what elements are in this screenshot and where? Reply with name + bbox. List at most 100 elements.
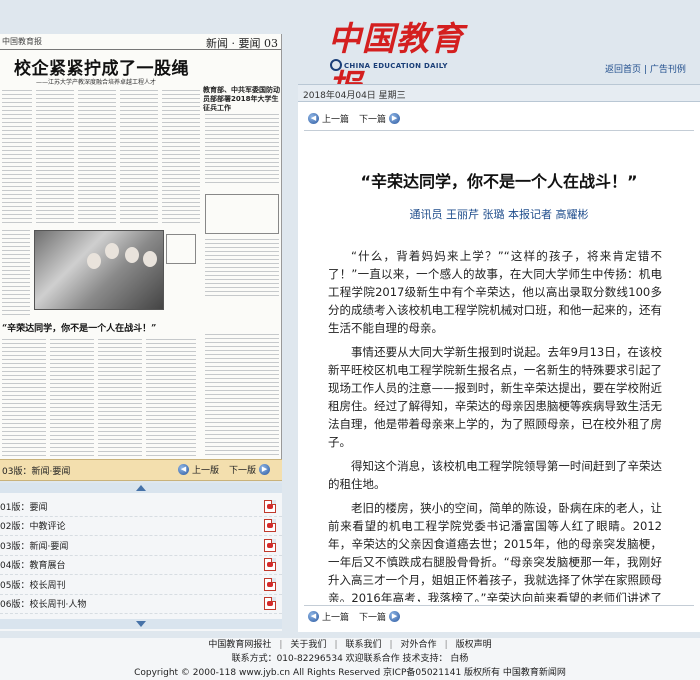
paper-text-block [98,339,142,457]
prev-page-link[interactable]: 上一版 [192,463,219,476]
next-article-icon[interactable]: ▶ [389,611,401,622]
pdf-icon[interactable] [264,577,276,591]
photo-face [125,247,139,263]
photo-face [105,243,119,259]
article-paragraph: 老旧的楼房，狭小的空间，简单的陈设，卧病在床的老人，让前来看望的机电工程学院党委… [328,501,662,602]
article-paragraph: “什么，背着妈妈来上学？”“这样的孩子，将来肯定错不了！”一直以来，一个感人的故… [328,249,662,335]
footer-separator: | [389,640,393,650]
article-body: “什么，背着妈妈来上学？”“这样的孩子，将来肯定错不了！”一直以来，一个感人的故… [328,247,662,602]
article-byline: 通讯员 王丽芹 张璐 本报记者 高耀彬 [409,208,589,221]
paper-masthead-small: 中国教育报 [2,37,42,46]
prev-arrow-icon[interactable]: ◀ [178,464,189,475]
article-nav-top: ◀ 上一篇 下一篇 ▶ [308,112,401,125]
prev-article-link[interactable]: 上一篇 [322,112,349,125]
footer-link[interactable]: 版权声明 [456,640,492,650]
edition-item-label[interactable]: 05版：校长周刊 [0,578,65,591]
paper-top-bar: 中国教育报 新闻 · 要闻 03 [0,34,281,50]
header-links: 返回首页 | 广告刊例 [605,62,686,75]
scroll-up-bar[interactable] [0,483,282,493]
paper-text-block [50,339,94,457]
pdf-icon[interactable] [264,597,276,611]
header-link-separator: | [643,65,647,75]
footer-separator: | [334,640,338,650]
edition-item-label[interactable]: 03版：新闻·要闻 [0,539,68,552]
paper-text-block [205,114,279,184]
paper-headline: 校企紧紧拧成了一股绳 [14,59,189,79]
next-page-link[interactable]: 下一版 [229,463,256,476]
next-arrow-icon[interactable]: ▶ [259,464,271,475]
article-paragraph: 事情还要从大同大学新生报到时说起。去年9月13日，在该校新平旺校区机电工程学院新… [328,345,662,449]
paper-boxed-item [166,234,196,264]
article-title: “辛荣达同学，你不是一个人在战斗！” [360,172,638,191]
edition-item[interactable]: 06版：校长周刊·人物 [0,595,282,614]
paper-right-headline [205,324,279,332]
paper-boxed-item [205,194,279,234]
logo-english-text: CHINA EDUCATION DAILY [344,62,448,70]
prev-article-link[interactable]: 上一篇 [322,610,349,623]
edition-item[interactable]: 05版：校长周刊 [0,575,282,595]
prev-article-icon[interactable]: ◀ [308,611,319,622]
photo-face [143,251,157,267]
footer-separator: | [444,640,448,650]
paper-text-block [205,239,279,299]
edition-item[interactable]: 04版：教育展台 [0,556,282,575]
paper-side-headline: 教育部、中共军委国防动员部部署2018年大学生征兵工作 [203,86,280,112]
pdf-icon[interactable] [264,519,276,533]
pdf-icon[interactable] [264,558,276,572]
paper-text-block [78,90,116,225]
paper-photo [34,230,164,310]
paper-text-block [2,230,30,315]
logo-emblem-icon [330,59,342,71]
footer-copyright: Copyright © 2000-118 www.jyb.cn All Righ… [134,668,566,678]
ad-rates-link[interactable]: 广告刊例 [650,65,686,75]
issue-date: 2018年04月04日 星期三 [303,91,406,101]
current-page-label: 03版：新闻·要闻 [2,467,71,477]
paper-text-block [2,339,46,457]
home-link[interactable]: 返回首页 [605,65,641,75]
article-nav-bottom: ◀ 上一篇 下一篇 ▶ [308,610,401,623]
footer-link[interactable]: 关于我们 [290,640,326,650]
site-logo[interactable]: 中国教育报 CHINA EDUCATION DAILY [320,10,470,106]
newspaper-page-image[interactable]: 中国教育报 新闻 · 要闻 03 校企紧紧拧成了一股绳 ——江苏大学产教深度融合… [0,34,282,459]
article-panel: ◀ 上一篇 下一篇 ▶ “辛荣达同学，你不是一个人在战斗！” 通讯员 王丽芹 张… [298,102,700,632]
edition-item-label[interactable]: 06版：校长周刊·人物 [0,597,86,610]
scroll-down-icon[interactable] [136,621,146,627]
paper-text-block [2,90,32,225]
paper-section-label: 新闻 · 要闻 03 [206,37,278,50]
scroll-up-icon[interactable] [136,485,146,491]
paper-text-block [146,339,196,457]
article-paragraph: 得知这个消息，该校机电工程学院领导第一时间赶到了辛荣达的租住地。 [328,459,662,491]
paper-subhead: ——江苏大学产教深度融合培养卓越工程人才 [36,79,157,86]
pdf-icon[interactable] [264,499,276,513]
next-article-link[interactable]: 下一篇 [359,112,386,125]
prev-article-icon[interactable]: ◀ [308,113,319,124]
footer-links: 中国教育网报社 | 关于我们 | 联系我们 | 对外合作 | 版权声明 [0,638,700,652]
edition-item[interactable]: 03版：新闻·要闻 [0,536,282,556]
edition-item[interactable]: 01版：要闻 [0,497,282,517]
scroll-down-bar[interactable] [0,619,282,629]
paper-text-block [162,90,200,225]
next-article-link[interactable]: 下一篇 [359,610,386,623]
divider [304,605,694,606]
app-root: 中国教育报 新闻 · 要闻 03 校企紧紧拧成了一股绳 ——江苏大学产教深度融合… [0,0,700,680]
edition-item[interactable]: 02版：中教评论 [0,517,282,536]
edition-item-label[interactable]: 01版：要闻 [0,500,47,513]
footer-contact: 联系方式：010-82296534 欢迎联系合作 技术支持： 白杨 [231,654,469,664]
paper-text-block [205,334,279,457]
next-article-icon[interactable]: ▶ [389,113,401,124]
edition-item-label[interactable]: 04版：教育展台 [0,558,65,571]
edition-list: 01版：要闻 02版：中教评论 03版：新闻·要闻 04版：教育展台 05版：校长周刊 0… [0,497,282,614]
edition-item-label[interactable]: 02版：中教评论 [0,519,65,532]
page-pager-bar: 03版：新闻·要闻 ◀ 上一版 下一版 ▶ [0,459,282,481]
footer-link[interactable]: 中国教育网报社 [208,640,271,650]
paper-text-block [36,90,74,225]
footer-link[interactable]: 对外合作 [401,640,437,650]
footer-link[interactable]: 联系我们 [345,640,381,650]
paper-text-block [120,90,158,225]
photo-face [87,253,101,269]
paper-article-title: “辛荣达同学，你不是一个人在战斗！” [2,324,157,334]
footer-separator: | [279,640,283,650]
page-nav: ◀ 上一版 下一版 ▶ [178,463,271,476]
pdf-icon[interactable] [264,538,276,552]
edition-list-panel: 01版：要闻 02版：中教评论 03版：新闻·要闻 04版：教育展台 05版：校长周刊 0… [0,483,282,631]
